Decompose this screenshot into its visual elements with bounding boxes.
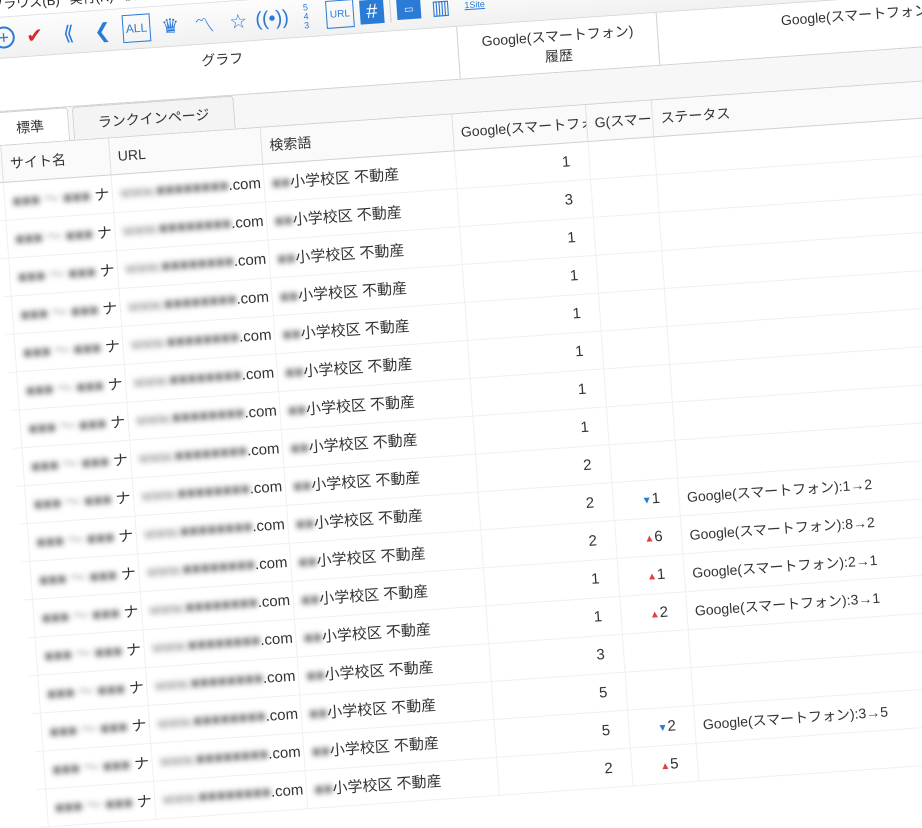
data-table: サイト名 URL 検索語 Google(スマートフォン.. G(スマート.. ス… <box>0 70 922 828</box>
arrow-down-icon: ▾ <box>643 493 650 507</box>
cell-change: ▴6 <box>614 516 682 559</box>
cell-change <box>595 251 663 294</box>
onesite-icon[interactable]: 1Site <box>460 0 490 20</box>
cell-change <box>598 289 666 332</box>
window-icon[interactable]: ▭ <box>396 0 421 20</box>
cell-change <box>593 213 661 256</box>
url-icon[interactable]: URL <box>325 0 355 29</box>
all-icon[interactable]: ALL <box>122 13 152 43</box>
star-icon[interactable]: ☆ <box>223 6 253 36</box>
add-icon[interactable]: + <box>0 26 16 49</box>
cell-site-name: ■■■ ～ ■■■ ナビ <box>45 781 155 826</box>
menu-search-settings[interactable]: 検索設定(S) <box>123 0 194 4</box>
numbers-icon[interactable]: 543 <box>291 1 321 31</box>
check-icon[interactable]: ✔ <box>20 20 50 50</box>
cell-change <box>625 668 693 711</box>
cell-change: ▴5 <box>630 743 698 786</box>
cell-change <box>609 440 677 483</box>
cell-change <box>622 630 690 673</box>
cell-change: ▴2 <box>619 592 687 635</box>
toolbar-separator <box>389 0 392 22</box>
arrow-down-icon: ▾ <box>659 720 666 734</box>
menu-browse[interactable]: ブラウズ(B) <box>0 0 60 13</box>
cell-rank: 2 <box>496 748 632 795</box>
tab-standard[interactable]: 標準 <box>0 107 70 145</box>
cell-change: ▾2 <box>627 706 695 749</box>
arrow-up-icon: ▴ <box>651 606 658 620</box>
cell-change <box>603 364 671 407</box>
rewind-icon[interactable]: ⟪ <box>54 18 84 48</box>
chart-icon[interactable]: 〽 <box>189 9 219 39</box>
cell-change <box>590 175 658 218</box>
back-icon[interactable]: ❮ <box>88 16 118 46</box>
crown-icon[interactable]: ♛ <box>155 11 185 41</box>
arrow-up-icon: ▴ <box>662 758 669 772</box>
cell-change: ▴1 <box>617 554 685 597</box>
cell-change <box>606 402 674 445</box>
cell-change <box>601 326 669 369</box>
arrow-up-icon: ▴ <box>649 568 656 582</box>
menu-run[interactable]: 実行(R) <box>69 0 114 8</box>
hash-icon[interactable]: # <box>359 0 385 25</box>
cell-change <box>587 137 655 180</box>
col-g-smart[interactable]: G(スマート.. <box>585 101 653 142</box>
arrow-up-icon: ▴ <box>646 530 653 544</box>
cell-change: ▾1 <box>611 478 679 521</box>
antenna-icon[interactable]: ((•)) <box>257 4 287 34</box>
layout-icon[interactable]: ▥ <box>426 0 456 22</box>
